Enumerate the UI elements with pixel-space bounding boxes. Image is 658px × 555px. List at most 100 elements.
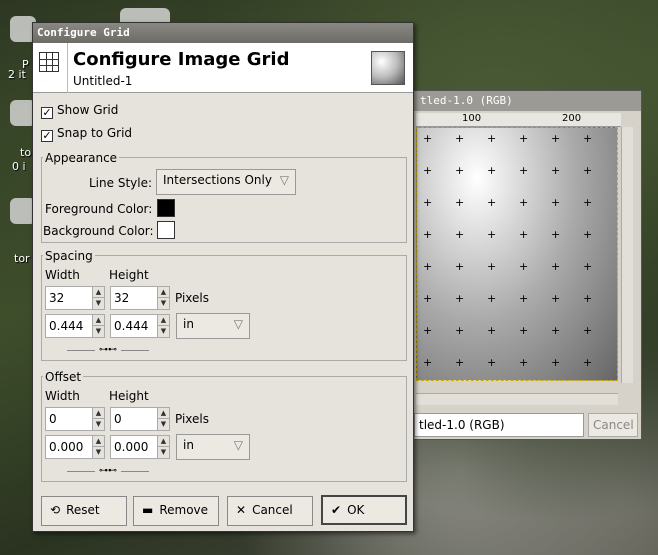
image-window-title[interactable]: tled-1.0 (RGB) (414, 91, 641, 111)
spacing-unit-select[interactable]: in ▽ (176, 313, 250, 339)
stepper-down-icon[interactable]: ▼ (157, 326, 169, 337)
horizontal-ruler[interactable]: 100 200 (416, 113, 621, 127)
horizontal-scrollbar[interactable] (416, 393, 618, 405)
ok-button[interactable]: ✔ OK (321, 495, 407, 525)
stepper-up-icon[interactable]: ▲ (157, 315, 169, 326)
offset-width-in-input[interactable]: 0.000 ▲ ▼ (45, 435, 105, 459)
grid-intersection-mark: + (455, 260, 465, 273)
image-window[interactable]: tled-1.0 (RGB) 100 200 + + + + + + + + + + + + + + + + +… (413, 90, 642, 440)
desktop-icon-3-label: to (20, 146, 32, 159)
spacing-height-px-input[interactable]: 32 ▲ ▼ (110, 286, 170, 310)
image-thumbnail (371, 51, 405, 85)
spacing-height-px-value: 32 (114, 291, 130, 305)
line-style-label: Line Style: (89, 176, 153, 190)
spacing-label: Spacing (43, 249, 95, 263)
line-style-select[interactable]: Intersections Only ▽ (156, 169, 296, 195)
grid-intersection-mark: + (583, 324, 593, 337)
stepper-up-icon[interactable]: ▲ (157, 436, 169, 447)
offset-height-in-input[interactable]: 0.000 ▲ ▼ (110, 435, 170, 459)
stepper-down-icon[interactable]: ▼ (92, 298, 104, 309)
offset-unit-value: in (183, 438, 194, 452)
stepper-up-icon[interactable]: ▲ (92, 315, 104, 326)
background-color-label: Background Color: (43, 224, 154, 238)
grid-intersection-mark: + (551, 324, 561, 337)
snap-to-grid-checkbox[interactable]: ✓ Snap to Grid (41, 126, 132, 142)
offset-unit-select[interactable]: in ▽ (176, 434, 250, 460)
grid-intersection-mark: + (551, 196, 561, 209)
background-color-swatch[interactable] (157, 221, 175, 239)
grid-intersection-mark: + (455, 324, 465, 337)
grid-intersection-mark: + (487, 324, 497, 337)
stepper-down-icon[interactable]: ▼ (157, 298, 169, 309)
offset-width-px-value: 0 (49, 412, 57, 426)
dialog-titlebar[interactable]: Configure Grid (33, 23, 413, 43)
stepper-down-icon[interactable]: ▼ (157, 419, 169, 430)
offset-height-label: Height (109, 389, 149, 403)
dialog-subheading: Untitled-1 (73, 74, 133, 88)
chain-link-icon: ⊶⊷ (99, 345, 117, 355)
chevron-down-icon: ▽ (233, 317, 243, 331)
grid-intersection-mark: + (423, 132, 433, 145)
grid-intersection-mark: + (423, 324, 433, 337)
line-style-value: Intersections Only (163, 173, 272, 187)
cancel-button[interactable]: ✕ Cancel (227, 496, 313, 526)
remove-icon: ▬ (142, 503, 154, 517)
grid-intersection-mark: + (487, 164, 497, 177)
image-content: + + + + + + + + + + + + + + + + + + + + + + + + + + + + + + + + + + + + + + + +… (416, 127, 618, 381)
grid-intersection-mark: + (487, 260, 497, 273)
reset-label: Reset (66, 503, 100, 517)
stepper-up-icon[interactable]: ▲ (92, 287, 104, 298)
grid-intersection-mark: + (583, 228, 593, 241)
grid-intersection-mark: + (519, 228, 529, 241)
spacing-width-in-input[interactable]: 0.444 ▲ ▼ (45, 314, 105, 338)
stepper-up-icon[interactable]: ▲ (92, 408, 104, 419)
grid-intersection-mark: + (519, 292, 529, 305)
image-cancel-button[interactable]: Cancel (588, 413, 638, 437)
grid-intersection-mark: + (423, 260, 433, 273)
spacing-chain[interactable]: ⊶⊷ (67, 345, 149, 355)
chain-link-icon: ⊶⊷ (99, 466, 117, 476)
grid-intersection-mark: + (583, 196, 593, 209)
grid-intersection-mark: + (519, 356, 529, 369)
stepper-up-icon[interactable]: ▲ (157, 287, 169, 298)
spacing-height-in-input[interactable]: 0.444 ▲ ▼ (110, 314, 170, 338)
foreground-color-swatch[interactable] (157, 199, 175, 217)
grid-intersection-mark: + (487, 196, 497, 209)
check-icon: ✓ (41, 106, 53, 119)
grid-intersection-mark: + (551, 132, 561, 145)
appearance-label: Appearance (43, 151, 120, 165)
snap-to-grid-label: Snap to Grid (57, 126, 133, 140)
reset-icon: ⟲ (50, 503, 61, 517)
offset-chain[interactable]: ⊶⊷ (67, 466, 149, 476)
vertical-scrollbar[interactable] (621, 127, 633, 383)
stepper-down-icon[interactable]: ▼ (92, 326, 104, 337)
reset-button[interactable]: ⟲ Reset (41, 496, 127, 526)
offset-width-label: Width (45, 389, 80, 403)
offset-width-px-input[interactable]: 0 ▲ ▼ (45, 407, 105, 431)
chevron-down-icon: ▽ (233, 438, 243, 452)
image-status: tled-1.0 (RGB) (414, 413, 584, 437)
stepper-down-icon[interactable]: ▼ (92, 419, 104, 430)
stepper-up-icon[interactable]: ▲ (92, 436, 104, 447)
show-grid-checkbox[interactable]: ✓ Show Grid (41, 103, 118, 119)
remove-button[interactable]: ▬ Remove (133, 496, 219, 526)
ok-label: OK (347, 503, 365, 517)
spacing-width-px-value: 32 (49, 291, 65, 305)
grid-intersection-mark: + (487, 132, 497, 145)
foreground-color-label: Foreground Color: (45, 202, 153, 216)
grid-intersection-mark: + (455, 132, 465, 145)
grid-intersection-mark: + (583, 356, 593, 369)
grid-intersection-mark: + (423, 196, 433, 209)
offset-height-px-value: 0 (114, 412, 122, 426)
desktop-icon-2-label: 2 it (8, 68, 26, 81)
offset-height-px-input[interactable]: 0 ▲ ▼ (110, 407, 170, 431)
spacing-width-px-input[interactable]: 32 ▲ ▼ (45, 286, 105, 310)
stepper-down-icon[interactable]: ▼ (92, 447, 104, 458)
close-icon: ✕ (236, 503, 247, 517)
grid-intersection-mark: + (551, 228, 561, 241)
spacing-pixels-label: Pixels (175, 291, 210, 305)
stepper-down-icon[interactable]: ▼ (157, 447, 169, 458)
stepper-up-icon[interactable]: ▲ (157, 408, 169, 419)
desktop-icon-5-label: tor (14, 252, 30, 265)
grid-intersection-mark: + (519, 132, 529, 145)
